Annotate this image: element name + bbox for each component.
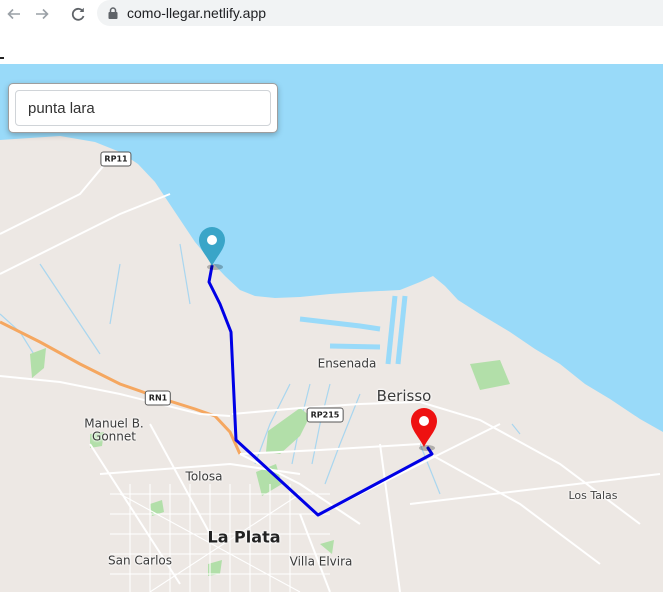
address-bar[interactable]: como-llegar.netlify.app [97,0,663,26]
map-canvas[interactable]: Ensenada Berisso Manuel B. Gonnet Tolosa… [0,64,663,592]
route-overlay [199,227,437,517]
reload-button[interactable] [64,1,92,27]
reload-icon [70,6,86,22]
address-url: como-llegar.netlify.app [127,5,267,21]
route-line [207,264,434,517]
page-top-spacer [0,28,663,64]
forward-button[interactable] [28,1,56,27]
back-button[interactable] [0,1,28,27]
browser-toolbar: como-llegar.netlify.app [0,0,663,28]
arrow-right-icon [34,6,50,22]
search-panel [8,83,278,133]
lock-icon [108,7,118,19]
page-edge-mark [0,57,4,59]
origin-marker-icon [199,227,225,270]
search-input[interactable] [15,90,271,126]
destination-marker-icon [411,408,437,451]
arrow-left-icon [6,6,22,22]
